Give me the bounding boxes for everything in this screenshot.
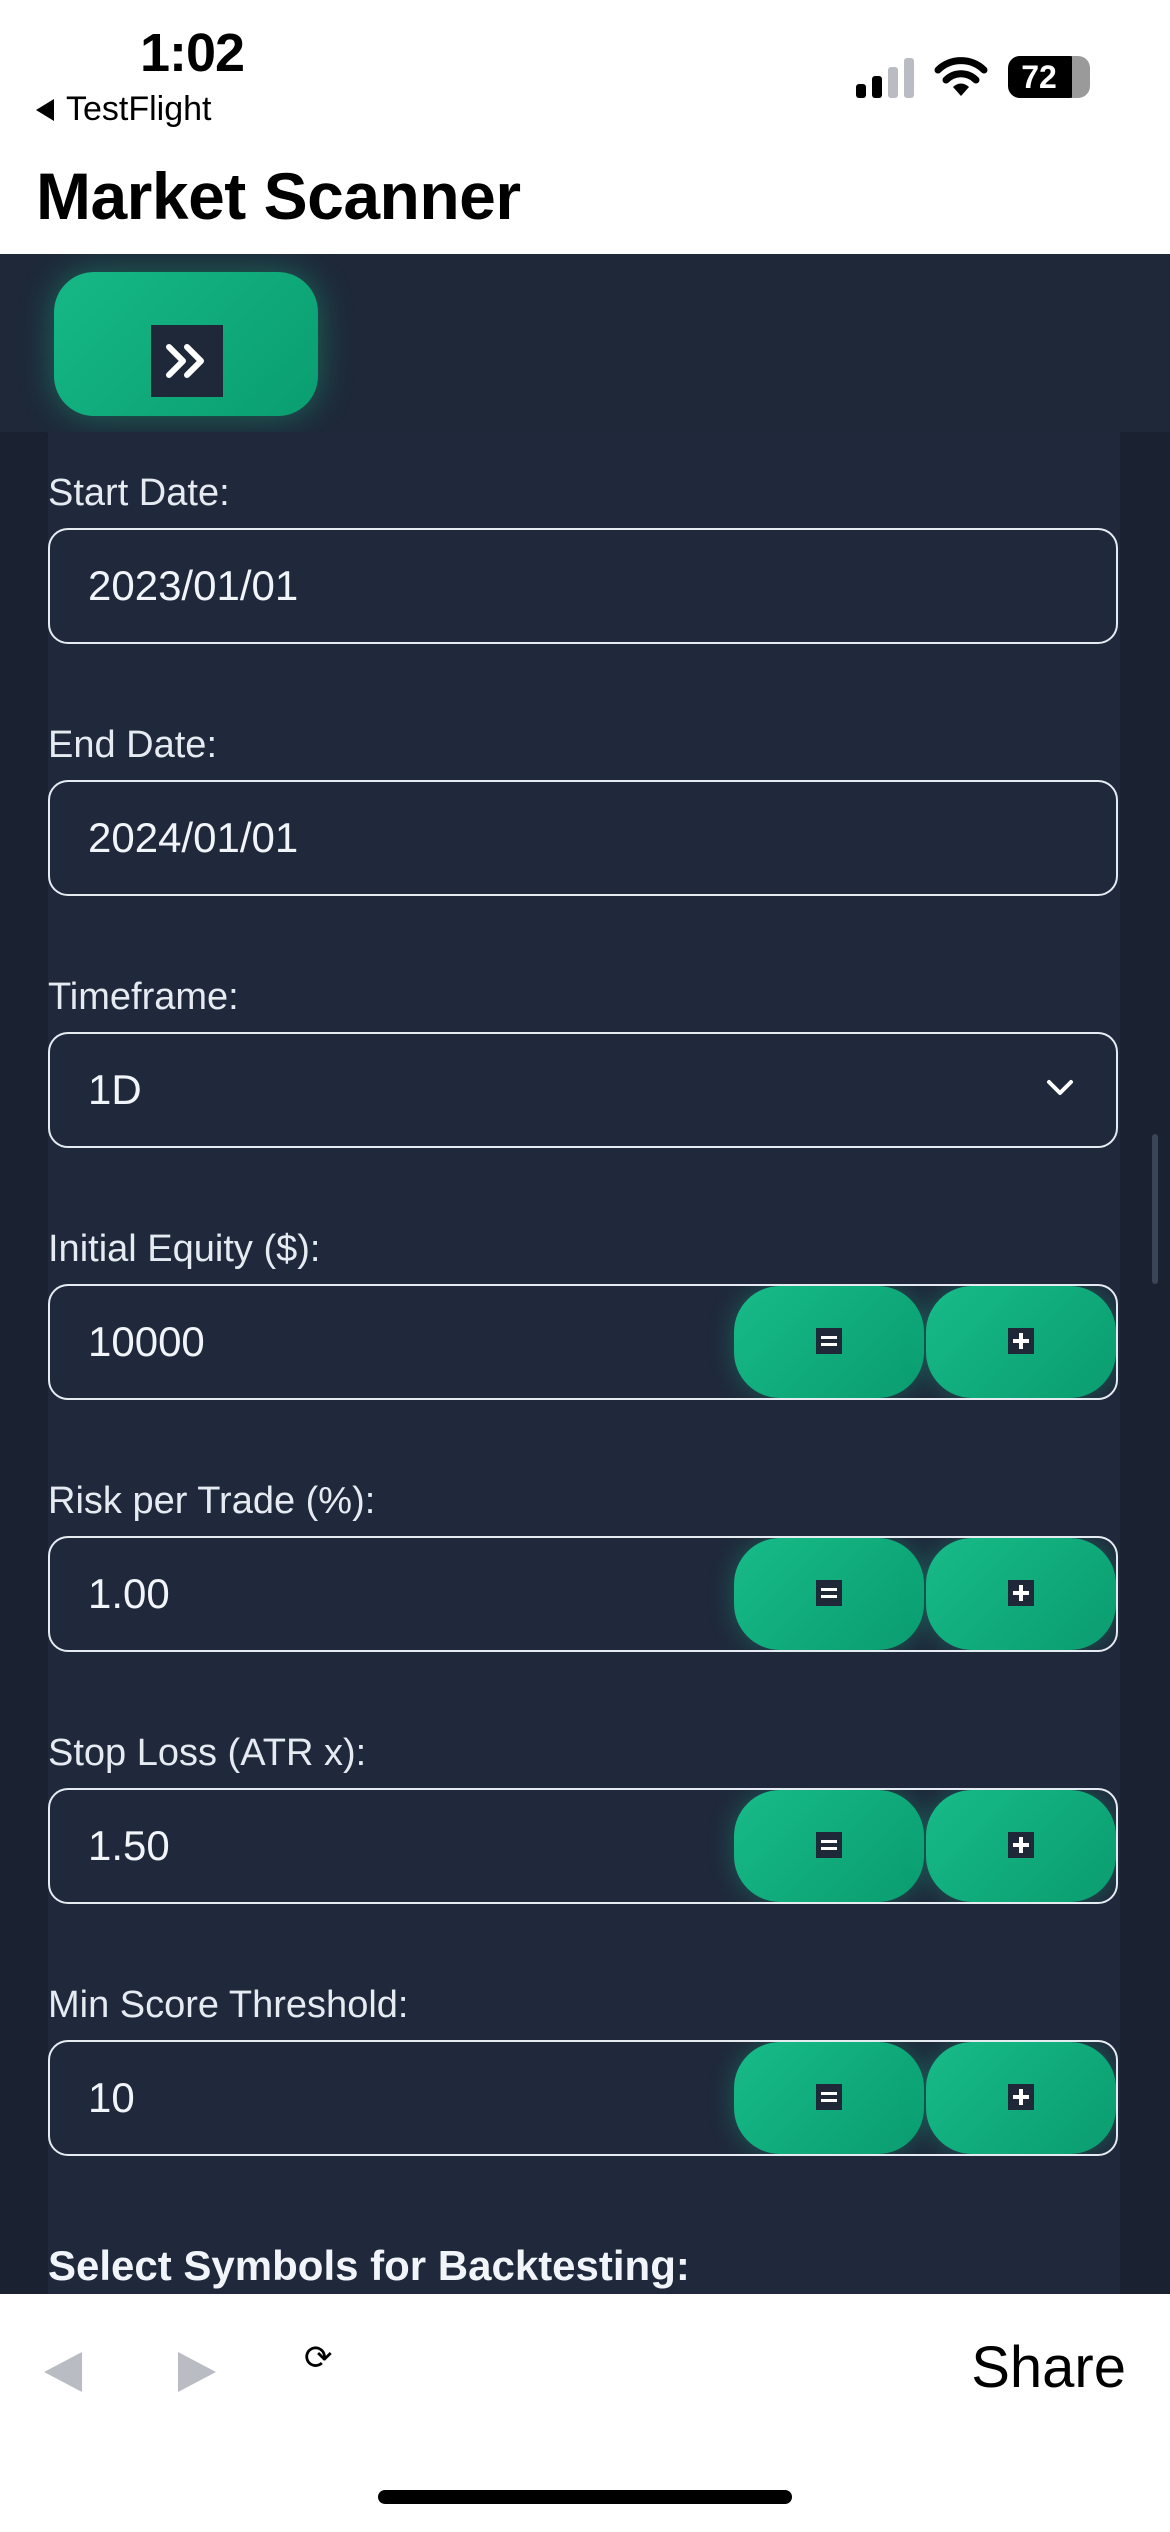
start-date-field[interactable]: 2023/01/01 bbox=[48, 528, 1118, 644]
end-date-label: End Date: bbox=[48, 724, 217, 766]
page-title: Market Scanner bbox=[36, 159, 521, 233]
initial-equity-decrement-button[interactable] bbox=[734, 1286, 924, 1398]
wifi-icon bbox=[934, 57, 988, 96]
cellular-signal-icon bbox=[856, 58, 914, 98]
forward-arrow-icon[interactable] bbox=[178, 2352, 216, 2392]
start-date-label: Start Date: bbox=[48, 472, 230, 514]
risk-per-trade-decrement-button[interactable] bbox=[734, 1538, 924, 1650]
plus-icon bbox=[1008, 1832, 1034, 1858]
risk-per-trade-value: 1.00 bbox=[88, 1570, 170, 1617]
plus-icon bbox=[1008, 2084, 1034, 2110]
initial-equity-stepper[interactable]: 10000 bbox=[48, 1284, 1118, 1400]
stop-loss-value: 1.50 bbox=[88, 1822, 170, 1869]
reload-icon[interactable]: ⟳ bbox=[304, 2338, 333, 2378]
back-triangle-icon bbox=[36, 98, 54, 121]
battery-icon: 72 bbox=[1008, 56, 1090, 98]
battery-level: 72 bbox=[1021, 59, 1057, 95]
min-score-value: 10 bbox=[88, 2074, 135, 2121]
minus-icon bbox=[816, 1580, 842, 1606]
stop-loss-decrement-button[interactable] bbox=[734, 1790, 924, 1902]
initial-equity-value: 10000 bbox=[88, 1318, 205, 1365]
minus-icon bbox=[816, 1328, 842, 1354]
end-date-field[interactable]: 2024/01/01 bbox=[48, 780, 1118, 896]
start-date-value: 2023/01/01 bbox=[88, 562, 299, 609]
minus-icon bbox=[816, 1832, 842, 1858]
minus-icon bbox=[816, 2084, 842, 2110]
initial-equity-label: Initial Equity ($): bbox=[48, 1228, 321, 1270]
double-chevron-right-icon bbox=[151, 325, 223, 397]
backtest-settings-panel: Start Date: 2023/01/01 End Date: 2024/01… bbox=[48, 432, 1120, 2294]
webview-content: Start Date: 2023/01/01 End Date: 2024/01… bbox=[0, 254, 1170, 2294]
end-date-value: 2024/01/01 bbox=[88, 814, 299, 861]
stop-loss-label: Stop Loss (ATR x): bbox=[48, 1732, 367, 1774]
browser-bottom-bar: ⟳ Share bbox=[0, 2294, 1170, 2532]
stop-loss-increment-button[interactable] bbox=[926, 1790, 1116, 1902]
plus-icon bbox=[1008, 1580, 1034, 1606]
back-arrow-icon[interactable] bbox=[44, 2352, 82, 2392]
timeframe-label: Timeframe: bbox=[48, 976, 239, 1018]
top-toolbar bbox=[0, 254, 1170, 432]
initial-equity-increment-button[interactable] bbox=[926, 1286, 1116, 1398]
stop-loss-stepper[interactable]: 1.50 bbox=[48, 1788, 1118, 1904]
timeframe-value: 1D bbox=[88, 1066, 142, 1113]
back-app-label: TestFlight bbox=[66, 90, 212, 128]
timeframe-select[interactable]: 1D bbox=[48, 1032, 1118, 1148]
home-indicator[interactable] bbox=[378, 2490, 792, 2504]
risk-per-trade-increment-button[interactable] bbox=[926, 1538, 1116, 1650]
back-to-app-link[interactable]: TestFlight bbox=[36, 90, 212, 129]
risk-per-trade-stepper[interactable]: 1.00 bbox=[48, 1536, 1118, 1652]
min-score-label: Min Score Threshold: bbox=[48, 1984, 409, 2026]
status-time: 1:02 bbox=[140, 23, 245, 83]
symbols-section-heading: Select Symbols for Backtesting: bbox=[48, 2242, 690, 2289]
share-button[interactable]: Share bbox=[971, 2334, 1126, 2401]
plus-icon bbox=[1008, 1328, 1034, 1354]
scrollbar[interactable] bbox=[1152, 1134, 1158, 1284]
side-gutter bbox=[1120, 432, 1170, 2294]
min-score-decrement-button[interactable] bbox=[734, 2042, 924, 2154]
risk-per-trade-label: Risk per Trade (%): bbox=[48, 1480, 376, 1522]
expand-sidebar-button[interactable] bbox=[54, 272, 318, 416]
min-score-stepper[interactable]: 10 bbox=[48, 2040, 1118, 2156]
chevron-down-icon bbox=[1047, 1080, 1073, 1095]
min-score-increment-button[interactable] bbox=[926, 2042, 1116, 2154]
